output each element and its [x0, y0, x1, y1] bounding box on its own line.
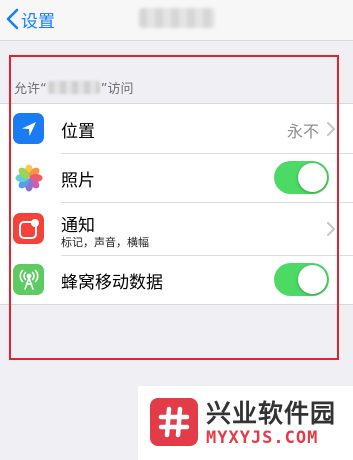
watermark-url: MYXYJS.COM: [206, 428, 319, 448]
watermark: 兴业软件园 MYXYJS.COM: [138, 386, 353, 460]
photos-toggle[interactable]: [274, 161, 329, 194]
back-button[interactable]: 设置: [6, 8, 55, 32]
permissions-list: 位置 永不 照片 通知 标记，声音，横幅 蜂窝移动数据: [0, 103, 353, 305]
row-label: 通知: [61, 216, 95, 236]
row-label: 蜂窝移动数据: [61, 273, 163, 293]
row-cellular: 蜂窝移动数据: [0, 255, 353, 304]
section-header: 允许“ ”访问: [14, 78, 134, 97]
cellular-antenna-icon: [13, 264, 44, 295]
back-label: 设置: [21, 11, 55, 32]
photos-flower-icon: [13, 162, 44, 193]
row-sublabel: 标记，声音，横幅: [61, 236, 149, 249]
chevron-left-icon: [6, 8, 19, 30]
page-title-redacted: [139, 8, 215, 28]
cellular-data-toggle[interactable]: [274, 263, 329, 296]
row-label: 位置: [61, 122, 95, 142]
section-header-suffix: ”访问: [100, 82, 134, 97]
hash-logo-icon: [150, 398, 198, 446]
section-header-prefix: 允许“: [14, 82, 47, 97]
location-arrow-icon: [13, 113, 44, 144]
notifications-icon: [13, 213, 44, 244]
row-value: 永不: [286, 122, 319, 141]
row-label: 照片: [61, 171, 95, 191]
navigation-bar: 设置: [0, 0, 353, 41]
row-location[interactable]: 位置 永不: [0, 104, 353, 153]
row-notifications[interactable]: 通知 标记，声音，横幅: [0, 202, 353, 255]
chevron-right-icon: [327, 121, 335, 140]
row-photos: 照片: [0, 153, 353, 202]
app-name-redacted: [47, 81, 100, 94]
chevron-right-icon: [327, 221, 335, 240]
watermark-title: 兴业软件园: [206, 399, 337, 428]
toggle-knob: [298, 265, 327, 294]
toggle-knob: [298, 163, 327, 192]
